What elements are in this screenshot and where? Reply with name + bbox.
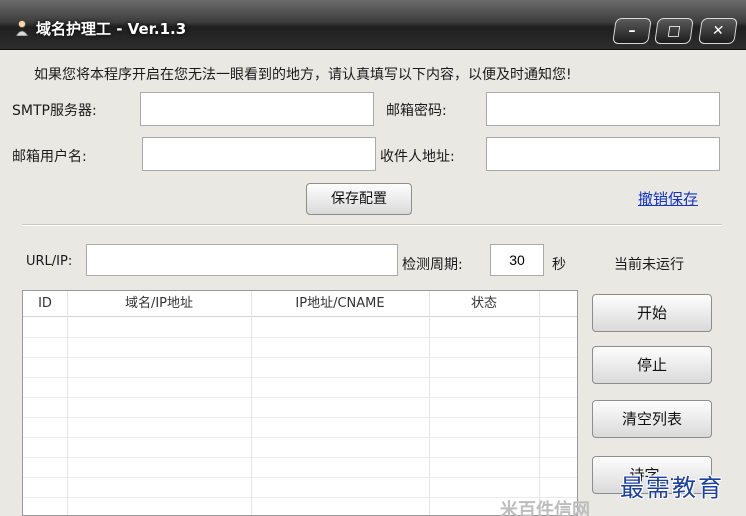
- row-line: [23, 377, 577, 378]
- list-header: ID 域名/IP地址 IP地址/CNAME 状态: [23, 291, 577, 317]
- row-line: [23, 437, 577, 438]
- row-line: [23, 397, 577, 398]
- column-divider: [539, 291, 540, 515]
- column-divider: [429, 291, 430, 515]
- stop-button[interactable]: 停止: [592, 346, 712, 384]
- watermark-text: 最需教育: [620, 474, 724, 502]
- url-ip-input[interactable]: [86, 244, 398, 276]
- period-unit-label: 秒: [552, 257, 566, 273]
- column-header-ip[interactable]: IP地址/CNAME: [251, 291, 429, 317]
- row-line: [23, 337, 577, 338]
- row-line: [23, 497, 577, 498]
- maximize-button[interactable]: □: [654, 18, 694, 44]
- mail-password-input[interactable]: [486, 92, 720, 126]
- smtp-server-input[interactable]: [140, 92, 374, 126]
- run-status-text: 当前未运行: [614, 257, 684, 273]
- column-divider: [67, 291, 68, 515]
- column-divider: [251, 291, 252, 515]
- row-line: [23, 417, 577, 418]
- row-line: [23, 357, 577, 358]
- recipient-label: 收件人地址:: [380, 149, 455, 165]
- faint-watermark: 米百件信网: [500, 500, 590, 516]
- column-header-status[interactable]: 状态: [429, 291, 539, 317]
- smtp-label: SMTP服务器:: [12, 103, 97, 119]
- clear-list-button[interactable]: 清空列表: [592, 400, 712, 438]
- start-button[interactable]: 开始: [592, 294, 712, 332]
- notice-text: 如果您将本程序开启在您无法一眼看到的地方，请认真填写以下内容，以便及时通知您!: [34, 67, 572, 83]
- title-bar[interactable]: 域名护理工 - Ver.1.3 – □ ✕: [0, 0, 746, 50]
- domain-list[interactable]: ID 域名/IP地址 IP地址/CNAME 状态: [22, 290, 578, 516]
- url-ip-label: URL/IP:: [26, 254, 73, 269]
- save-config-button[interactable]: 保存配置: [306, 183, 412, 215]
- close-button[interactable]: ✕: [698, 18, 738, 44]
- column-header-id[interactable]: ID: [23, 291, 67, 317]
- divider: [22, 224, 722, 226]
- row-line: [23, 457, 577, 458]
- cancel-save-link[interactable]: 撤销保存: [638, 188, 698, 209]
- period-label: 检测周期:: [402, 257, 463, 273]
- mail-password-label: 邮箱密码:: [386, 103, 447, 119]
- app-icon: [15, 20, 29, 36]
- mail-user-input[interactable]: [142, 137, 376, 171]
- column-header-domain[interactable]: 域名/IP地址: [67, 291, 251, 317]
- recipient-input[interactable]: [486, 137, 720, 171]
- minimize-button[interactable]: –: [612, 18, 652, 44]
- window-title: 域名护理工 - Ver.1.3: [36, 20, 187, 38]
- mail-user-label: 邮箱用户名:: [12, 149, 87, 165]
- row-line: [23, 477, 577, 478]
- period-input[interactable]: [490, 244, 544, 276]
